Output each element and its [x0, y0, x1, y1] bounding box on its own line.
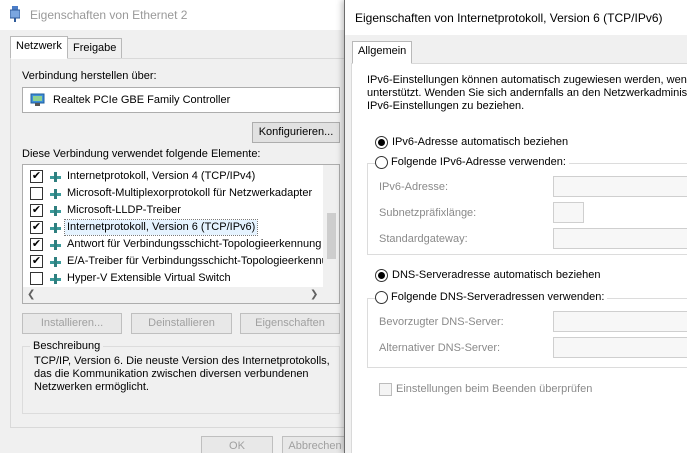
network-card-icon: [30, 93, 45, 106]
connect-using-label: Verbindung herstellen über:: [22, 70, 157, 82]
configure-button[interactable]: Konfigurieren...: [252, 122, 340, 143]
adapter-box: Realtek PCIe GBE Family Controller: [22, 87, 340, 113]
ipv6-address-label: IPv6-Adresse:: [379, 181, 449, 193]
list-item[interactable]: ✔ Internetprotokoll, Version 6 (TCP/IPv6): [23, 219, 323, 236]
ipv6-titlebar[interactable]: Eigenschaften von Internetprotokoll, Ver…: [345, 0, 687, 35]
dns-auto-label: DNS-Serveradresse automatisch beziehen: [392, 269, 601, 281]
intro-line-2: unterstützt. Wenden Sie sich andernfalls…: [367, 87, 687, 99]
scroll-left-icon[interactable]: ❮: [27, 289, 35, 300]
list-item[interactable]: Microsoft-Multiplexorprotokoll für Netzw…: [23, 185, 323, 202]
preferred-dns-label: Bevorzugter DNS-Server:: [379, 316, 504, 328]
item-label: E/A-Treiber für Verbindungsschicht-Topol…: [67, 255, 340, 267]
tab-allgemein[interactable]: Allgemein: [352, 41, 413, 64]
horizontal-scrollbar[interactable]: ❮ ❯: [23, 287, 339, 303]
description-text: TCP/IP, Version 6. Die neuste Version de…: [34, 355, 330, 393]
intro-line-1: IPv6-Einstellungen können automatisch zu…: [367, 74, 687, 86]
item-checkbox[interactable]: ✔: [30, 238, 43, 251]
scroll-right-icon[interactable]: ❯: [310, 289, 318, 300]
validate-checkbox[interactable]: [379, 383, 392, 396]
item-checkbox[interactable]: ✔: [30, 204, 43, 217]
dns-manual-radio[interactable]: [375, 291, 388, 304]
ip-manual-label: Folgende IPv6-Adresse verwenden:: [388, 156, 569, 168]
install-button[interactable]: Installieren...: [22, 313, 122, 334]
ethernet-titlebar[interactable]: Eigenschaften von Ethernet 2: [0, 0, 350, 30]
list-item[interactable]: ✔ Microsoft-LLDP-Treiber: [23, 202, 323, 219]
list-item[interactable]: ✔ E/A-Treiber für Verbindungsschicht-Topo…: [23, 253, 339, 270]
vertical-scrollbar[interactable]: [323, 165, 339, 287]
ipv6-properties-window: Eigenschaften von Internetprotokoll, Ver…: [344, 0, 687, 453]
alternate-dns-label: Alternativer DNS-Server:: [379, 342, 501, 354]
tab-label: Allgemein: [358, 45, 407, 57]
item-label: Internetprotokoll, Version 6 (TCP/IPv6): [63, 219, 259, 236]
gateway-input[interactable]: [553, 228, 687, 249]
list-item[interactable]: Hyper-V Extensible Virtual Switch: [23, 270, 323, 287]
adapter-name: Realtek PCIe GBE Family Controller: [53, 94, 231, 106]
item-label: Hyper-V Extensible Virtual Switch: [67, 272, 231, 284]
network-adapter-icon: [10, 6, 20, 22]
scrollbar-thumb[interactable]: [327, 213, 336, 259]
ethernet-properties-window: Eigenschaften von Ethernet 2 Netzwerk Fr…: [0, 0, 350, 453]
protocol-icon: [50, 240, 61, 250]
protocol-icon: [50, 223, 61, 233]
protocol-icon: [50, 274, 61, 284]
cancel-button[interactable]: Abbrechen: [282, 436, 348, 453]
protocol-icon: [50, 257, 61, 267]
dns-auto-radio[interactable]: [375, 269, 388, 282]
gateway-label: Standardgateway:: [379, 233, 468, 245]
tab-freigabe[interactable]: Freigabe: [67, 38, 123, 59]
protocol-icon: [50, 206, 61, 216]
validate-label: Einstellungen beim Beenden überprüfen: [396, 383, 593, 395]
item-label: Antwort für Verbindungsschicht-Topologie…: [67, 238, 322, 250]
item-checkbox[interactable]: [30, 187, 43, 200]
window-title: Eigenschaften von Internetprotokoll, Ver…: [355, 11, 663, 25]
prefix-length-label: Subnetzpräfixlänge:: [379, 207, 477, 219]
description-legend: Beschreibung: [30, 340, 104, 352]
alternate-dns-input[interactable]: [553, 337, 687, 358]
item-label: Microsoft-LLDP-Treiber: [67, 204, 181, 216]
list-item[interactable]: ✔ Internetprotokoll, Version 4 (TCP/IPv4): [23, 168, 323, 185]
item-checkbox[interactable]: ✔: [30, 221, 43, 234]
uninstall-button[interactable]: Deinstallieren: [131, 313, 232, 334]
protocol-icon: [50, 189, 61, 199]
intro-line-3: IPv6-Einstellungen zu beziehen.: [367, 100, 525, 112]
list-item[interactable]: ✔ Antwort für Verbindungsschicht-Topologi…: [23, 236, 323, 253]
item-label: Microsoft-Multiplexorprotokoll für Netzw…: [67, 187, 313, 199]
protocol-icon: [50, 172, 61, 182]
tab-label: Freigabe: [73, 42, 117, 54]
item-label: Internetprotokoll, Version 4 (TCP/IPv4): [67, 170, 256, 182]
item-checkbox[interactable]: ✔: [30, 170, 43, 183]
prefix-length-input[interactable]: [553, 202, 584, 223]
tab-netzwerk[interactable]: Netzwerk: [10, 36, 68, 59]
tab-label: Netzwerk: [16, 40, 62, 52]
dns-manual-label: Folgende DNS-Serveradressen verwenden:: [388, 291, 608, 303]
ok-button[interactable]: OK: [201, 436, 273, 453]
ip-auto-label: IPv6-Adresse automatisch beziehen: [392, 136, 569, 148]
ip-auto-radio[interactable]: [375, 136, 388, 149]
ip-manual-radio[interactable]: [375, 156, 388, 169]
item-checkbox[interactable]: ✔: [30, 255, 43, 268]
ipv6-address-input[interactable]: [553, 176, 687, 197]
window-title: Eigenschaften von Ethernet 2: [30, 8, 188, 22]
items-label: Diese Verbindung verwendet folgende Elem…: [22, 148, 261, 160]
properties-button[interactable]: Eigenschaften: [240, 313, 340, 334]
item-checkbox[interactable]: [30, 272, 43, 285]
components-list[interactable]: ✔ Internetprotokoll, Version 4 (TCP/IPv4)…: [22, 164, 340, 304]
preferred-dns-input[interactable]: [553, 311, 687, 332]
